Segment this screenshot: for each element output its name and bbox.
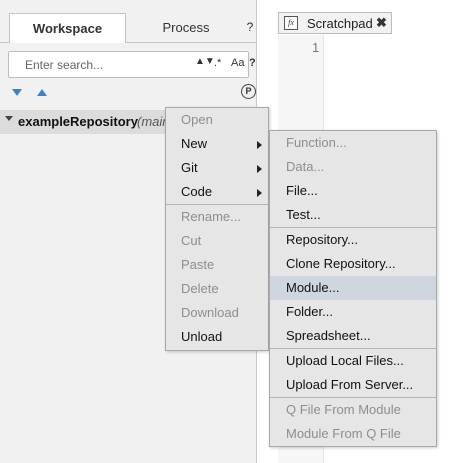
editor-tab-scratchpad[interactable]: fx Scratchpad ✖ bbox=[278, 12, 392, 34]
menu-item-label: Paste bbox=[181, 257, 215, 272]
submenu-item-test[interactable]: Test... bbox=[270, 203, 436, 227]
submenu-arrow-icon bbox=[257, 189, 262, 197]
menu-item-label: Module... bbox=[286, 280, 340, 295]
submenu-item-q-file-from-module[interactable]: Q File From Module bbox=[270, 398, 436, 422]
repository-name: exampleRepository bbox=[18, 114, 138, 129]
submenu-item-clone-repository[interactable]: Clone Repository... bbox=[270, 252, 436, 276]
collapse-all-icon[interactable] bbox=[37, 89, 47, 96]
menu-item-label: Delete bbox=[181, 281, 219, 296]
active-tab-gap bbox=[10, 41, 125, 43]
submenu-arrow-icon bbox=[257, 165, 262, 173]
submenu-item-module[interactable]: Module... bbox=[270, 276, 436, 300]
menu-item-label: Module From Q File bbox=[286, 426, 401, 441]
pin-badge-icon[interactable]: P bbox=[241, 84, 256, 99]
menu-item-delete[interactable]: Delete bbox=[166, 277, 268, 301]
submenu-item-folder[interactable]: Folder... bbox=[270, 300, 436, 324]
menu-item-code[interactable]: Code bbox=[166, 180, 268, 204]
menu-item-label: Open bbox=[181, 112, 213, 127]
sort-toggle-icon[interactable]: ▲▼ bbox=[195, 57, 215, 67]
menu-item-label: Q File From Module bbox=[286, 402, 401, 417]
menu-item-label: Spreadsheet... bbox=[286, 328, 371, 343]
menu-item-label: Rename... bbox=[181, 209, 241, 224]
menu-item-cut[interactable]: Cut bbox=[166, 229, 268, 253]
menu-item-label: Upload From Server... bbox=[286, 377, 414, 392]
menu-item-rename[interactable]: Rename... bbox=[166, 205, 268, 229]
function-icon: fx bbox=[284, 16, 298, 30]
menu-item-label: File... bbox=[286, 183, 318, 198]
menu-item-label: Unload bbox=[181, 329, 223, 344]
menu-item-paste[interactable]: Paste bbox=[166, 253, 268, 277]
submenu-item-function[interactable]: Function... bbox=[270, 131, 436, 155]
menu-item-open[interactable]: Open bbox=[166, 108, 268, 132]
submenu-item-spreadsheet[interactable]: Spreadsheet... bbox=[270, 324, 436, 348]
context-menu: Open New Git Code Rename... Cut Paste De… bbox=[165, 107, 269, 351]
submenu-item-file[interactable]: File... bbox=[270, 179, 436, 203]
menu-item-label: Git bbox=[181, 160, 198, 175]
menu-item-label: Code bbox=[181, 184, 213, 199]
line-number: 1 bbox=[312, 40, 320, 55]
close-icon[interactable]: ✖ bbox=[376, 15, 387, 31]
menu-item-label: Download bbox=[181, 305, 239, 320]
submenu-arrow-icon bbox=[257, 141, 262, 149]
submenu-item-upload-local-files[interactable]: Upload Local Files... bbox=[270, 349, 436, 373]
menu-item-download[interactable]: Download bbox=[166, 301, 268, 325]
menu-item-label: New bbox=[181, 136, 208, 151]
menu-item-label: Cut bbox=[181, 233, 202, 248]
search-help-icon[interactable]: ? bbox=[249, 57, 256, 69]
new-submenu: Function... Data... File... Test... Repo… bbox=[269, 130, 437, 447]
menu-item-label: Test... bbox=[286, 207, 321, 222]
submenu-item-repository[interactable]: Repository... bbox=[270, 228, 436, 252]
regex-toggle-icon[interactable]: .* bbox=[214, 57, 221, 69]
submenu-item-module-from-q-file[interactable]: Module From Q File bbox=[270, 422, 436, 446]
menu-item-label: Upload Local Files... bbox=[286, 353, 404, 368]
menu-item-label: Function... bbox=[286, 135, 347, 150]
tab-process[interactable]: Process bbox=[140, 13, 232, 42]
menu-item-label: Folder... bbox=[286, 304, 333, 319]
case-sensitive-icon[interactable]: Aa bbox=[231, 57, 244, 69]
search-input[interactable] bbox=[25, 57, 175, 73]
menu-item-label: Repository... bbox=[286, 232, 359, 247]
menu-item-git[interactable]: Git bbox=[166, 156, 268, 180]
expand-all-icon[interactable] bbox=[12, 89, 22, 96]
menu-item-label: Data... bbox=[286, 159, 325, 174]
submenu-item-upload-from-server[interactable]: Upload From Server... bbox=[270, 373, 436, 397]
menu-item-label: Clone Repository... bbox=[286, 256, 396, 271]
help-icon[interactable]: ? bbox=[243, 13, 257, 42]
editor-tab-label: Scratchpad bbox=[307, 16, 373, 31]
tab-workspace[interactable]: Workspace bbox=[9, 13, 126, 42]
chevron-down-icon[interactable] bbox=[5, 116, 13, 121]
search-box: ▲▼ .* Aa ? bbox=[8, 51, 256, 78]
menu-item-unload[interactable]: Unload bbox=[166, 325, 268, 349]
menu-item-new[interactable]: New bbox=[166, 132, 268, 156]
submenu-item-data[interactable]: Data... bbox=[270, 155, 436, 179]
